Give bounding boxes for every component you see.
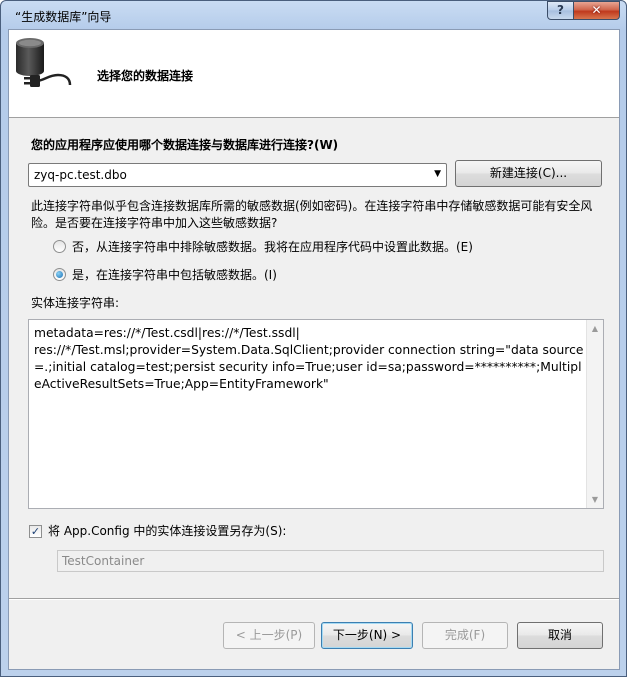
radio-exclude-label[interactable]: 否，从连接字符串中排除敏感数据。我将在应用程序代码中设置此数据。(E) [72,240,473,254]
page-title: 选择您的数据连接 [97,69,194,83]
connection-select[interactable]: zyq-pc.test.dbo ▼ [28,163,447,187]
scroll-up-icon[interactable]: ▲ [587,320,603,337]
connection-select-value: zyq-pc.test.dbo [34,168,127,182]
database-connection-icon [16,38,72,87]
wizard-client-area: 选择您的数据连接 您的应用程序应使用哪个数据连接与数据库进行连接?(W) zyq… [8,29,620,670]
chevron-down-icon[interactable]: ▼ [434,169,441,179]
save-config-checkbox[interactable]: ✓ [29,525,42,538]
save-config-checkbox-row[interactable]: ✓ 将 App.Config 中的实体连接设置另存为(S): [29,522,286,539]
finish-button[interactable]: 完成(F) [422,622,508,649]
new-connection-button[interactable]: 新建连接(C)... [455,160,602,187]
wizard-window: “生成数据库”向导 ? ✕ 选择您的数据连接 您的应用程序应使用哪个数据连接与数… [0,0,627,677]
entity-container-name-field[interactable]: TestContainer [57,550,604,572]
sensitive-data-description: 此连接字符串似乎包含连接数据库所需的敏感数据(例如密码)。在连接字符串中存储敏感… [31,199,593,230]
title-bar[interactable]: “生成数据库”向导 ? ✕ [1,1,626,29]
cancel-button[interactable]: 取消 [517,622,603,649]
connection-question-label: 您的应用程序应使用哪个数据连接与数据库进行连接?(W) [31,138,339,152]
window-title: “生成数据库”向导 [15,10,112,24]
scroll-down-icon[interactable]: ▼ [587,491,603,508]
radio-button-include[interactable] [53,268,66,281]
back-button[interactable]: < 上一步(P) [223,622,315,649]
radio-button-exclude[interactable] [53,240,66,253]
help-button[interactable]: ? [547,1,574,20]
footer-divider [9,598,619,600]
entity-connection-string-textarea[interactable]: metadata=res://*/Test.csdl|res://*/Test.… [28,319,604,509]
radio-include-sensitive[interactable]: 是，在连接字符串中包括敏感数据。(I) [53,266,277,284]
radio-exclude-sensitive[interactable]: 否，从连接字符串中排除敏感数据。我将在应用程序代码中设置此数据。(E) [53,238,473,256]
header-banner: 选择您的数据连接 [9,30,619,118]
next-button[interactable]: 下一步(N) > [321,622,413,649]
entity-connection-string-label: 实体连接字符串: [31,296,120,310]
vertical-scrollbar[interactable]: ▲ ▼ [586,320,603,508]
radio-include-label[interactable]: 是，在连接字符串中包括敏感数据。(I) [72,268,277,282]
save-config-label[interactable]: 将 App.Config 中的实体连接设置另存为(S): [48,524,286,538]
entity-connection-string-text[interactable]: metadata=res://*/Test.csdl|res://*/Test.… [34,325,586,393]
close-button[interactable]: ✕ [573,1,620,20]
